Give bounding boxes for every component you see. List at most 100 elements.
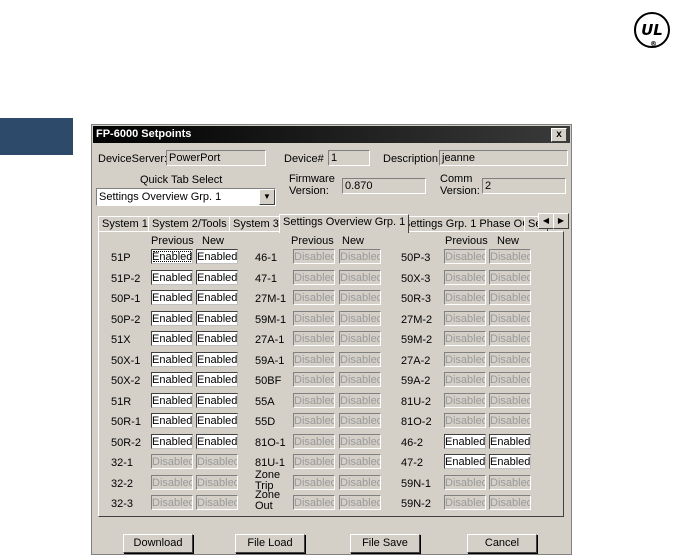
previous-value-cell[interactable]: Disabled [151,454,193,469]
new-value-cell[interactable]: Disabled [489,474,531,490]
new-header: New [342,235,365,247]
previous-value-cell[interactable]: Enabled [151,249,193,264]
new-value-cell[interactable]: Enabled [196,392,238,408]
description-field[interactable]: jeanne [439,150,568,166]
chevron-down-icon[interactable]: ▼ [259,189,275,205]
previous-value-cell[interactable]: Enabled [151,290,193,305]
previous-value-cell[interactable]: Disabled [444,290,486,305]
new-value-cell[interactable]: Disabled [339,351,381,367]
tab-scroll-right-icon[interactable]: ▶ [553,213,569,229]
new-value-cell[interactable]: Disabled [339,372,381,387]
previous-value-cell[interactable]: Disabled [444,392,486,408]
previous-value-cell[interactable]: Disabled [293,454,335,469]
previous-value-cell[interactable]: Disabled [293,495,335,510]
previous-value-cell[interactable]: Enabled [151,331,193,346]
tab-scroll-left-icon[interactable]: ◀ [538,213,554,229]
previous-value-cell[interactable]: Disabled [293,413,335,428]
new-value-cell[interactable]: Disabled [196,454,238,469]
new-value-cell[interactable]: Disabled [489,249,531,264]
new-value-cell[interactable]: Disabled [339,495,381,510]
new-value-cell[interactable]: Disabled [339,413,381,428]
previous-value-cell[interactable]: Disabled [444,372,486,387]
tab-settings-overview-grp-1[interactable]: Settings Overview Grp. 1 [279,214,410,233]
previous-value-cell[interactable]: Enabled [444,454,486,469]
device-server-field[interactable]: PowerPort [166,150,266,166]
window-title: FP-6000 Setpoints [96,128,192,140]
previous-value-cell[interactable]: Disabled [293,290,335,305]
new-value-cell[interactable]: Disabled [489,372,531,387]
new-value-cell[interactable]: Enabled [196,351,238,367]
file-load-button[interactable]: File Load [235,534,305,553]
previous-value-cell[interactable]: Disabled [293,474,335,490]
new-value-cell[interactable]: Disabled [489,290,531,305]
new-value-cell[interactable]: Enabled [196,372,238,387]
download-button[interactable]: Download [123,534,193,553]
new-value-cell[interactable]: Disabled [489,269,531,285]
previous-value-cell[interactable]: Disabled [444,249,486,264]
previous-value-cell[interactable]: Enabled [151,310,193,326]
previous-value-cell[interactable]: Disabled [293,433,335,449]
previous-value-cell[interactable]: Enabled [444,433,486,449]
new-value-cell[interactable]: Disabled [489,351,531,367]
previous-value-cell[interactable]: Enabled [151,433,193,449]
close-button[interactable]: x [551,128,567,142]
device-number-field[interactable]: 1 [328,150,370,166]
previous-value-cell[interactable]: Disabled [444,269,486,285]
previous-value-cell[interactable]: Disabled [444,331,486,346]
previous-value-cell[interactable]: Enabled [151,392,193,408]
new-value-cell[interactable]: Enabled [196,331,238,346]
file-save-button[interactable]: File Save [350,534,420,553]
new-value-cell[interactable]: Enabled [196,290,238,305]
new-value-cell[interactable]: Disabled [339,392,381,408]
new-value-cell[interactable]: Enabled [489,433,531,449]
new-value-cell[interactable]: Disabled [489,310,531,326]
new-value-cell[interactable]: Disabled [339,310,381,326]
new-value-cell[interactable]: Disabled [339,331,381,346]
new-value-cell[interactable]: Disabled [339,433,381,449]
new-value-cell[interactable]: Disabled [489,413,531,428]
new-value-cell[interactable]: Disabled [339,290,381,305]
new-value-cell[interactable]: Disabled [339,249,381,264]
previous-value-cell[interactable]: Disabled [293,269,335,285]
tab-system-2-tools[interactable]: System 2/Tools [148,216,231,232]
previous-value-cell[interactable]: Disabled [293,331,335,346]
tab-system-1[interactable]: System 1 [98,216,152,232]
previous-value-cell[interactable]: Enabled [151,351,193,367]
previous-value-cell[interactable]: Disabled [293,310,335,326]
new-value-cell[interactable]: Disabled [489,392,531,408]
new-header: New [497,235,520,247]
previous-value-cell[interactable]: Enabled [151,269,193,285]
quick-tab-select[interactable]: Settings Overview Grp. 1 ▼ [96,188,276,206]
new-value-cell[interactable]: Enabled [489,454,531,469]
previous-value-cell[interactable]: Disabled [444,310,486,326]
new-value-cell[interactable]: Disabled [339,474,381,490]
new-value-cell[interactable]: Disabled [489,495,531,510]
previous-value-cell[interactable]: Disabled [151,495,193,510]
firmware-version-field[interactable]: 0.870 [342,178,426,194]
new-value-cell[interactable]: Disabled [339,269,381,285]
previous-value-cell[interactable]: Disabled [151,474,193,490]
previous-value-cell[interactable]: Enabled [151,372,193,387]
new-value-cell[interactable]: Enabled [196,413,238,428]
previous-value-cell[interactable]: Disabled [293,249,335,264]
new-value-cell[interactable]: Enabled [196,433,238,449]
new-value-cell[interactable]: Enabled [196,249,238,264]
new-value-cell[interactable]: Disabled [339,454,381,469]
new-value-cell[interactable]: Disabled [196,474,238,490]
comm-version-field[interactable]: 2 [482,178,566,194]
previous-value-cell[interactable]: Enabled [151,413,193,428]
previous-value-cell[interactable]: Disabled [444,351,486,367]
new-value-cell[interactable]: Disabled [196,495,238,510]
previous-value-cell[interactable]: Disabled [293,392,335,408]
previous-value-cell[interactable]: Disabled [444,474,486,490]
new-value-cell[interactable]: Disabled [489,331,531,346]
cancel-button[interactable]: Cancel [467,534,537,553]
previous-value-cell[interactable]: Disabled [293,372,335,387]
previous-value-cell[interactable]: Disabled [444,413,486,428]
previous-value-cell[interactable]: Disabled [293,351,335,367]
tab-system-3[interactable]: System 3 [229,216,283,232]
previous-value-cell[interactable]: Disabled [444,495,486,510]
new-value-cell[interactable]: Enabled [196,310,238,326]
tab-settings-grp-1-phase-oc[interactable]: Settings Grp. 1 Phase OC [399,216,535,232]
new-value-cell[interactable]: Enabled [196,269,238,285]
